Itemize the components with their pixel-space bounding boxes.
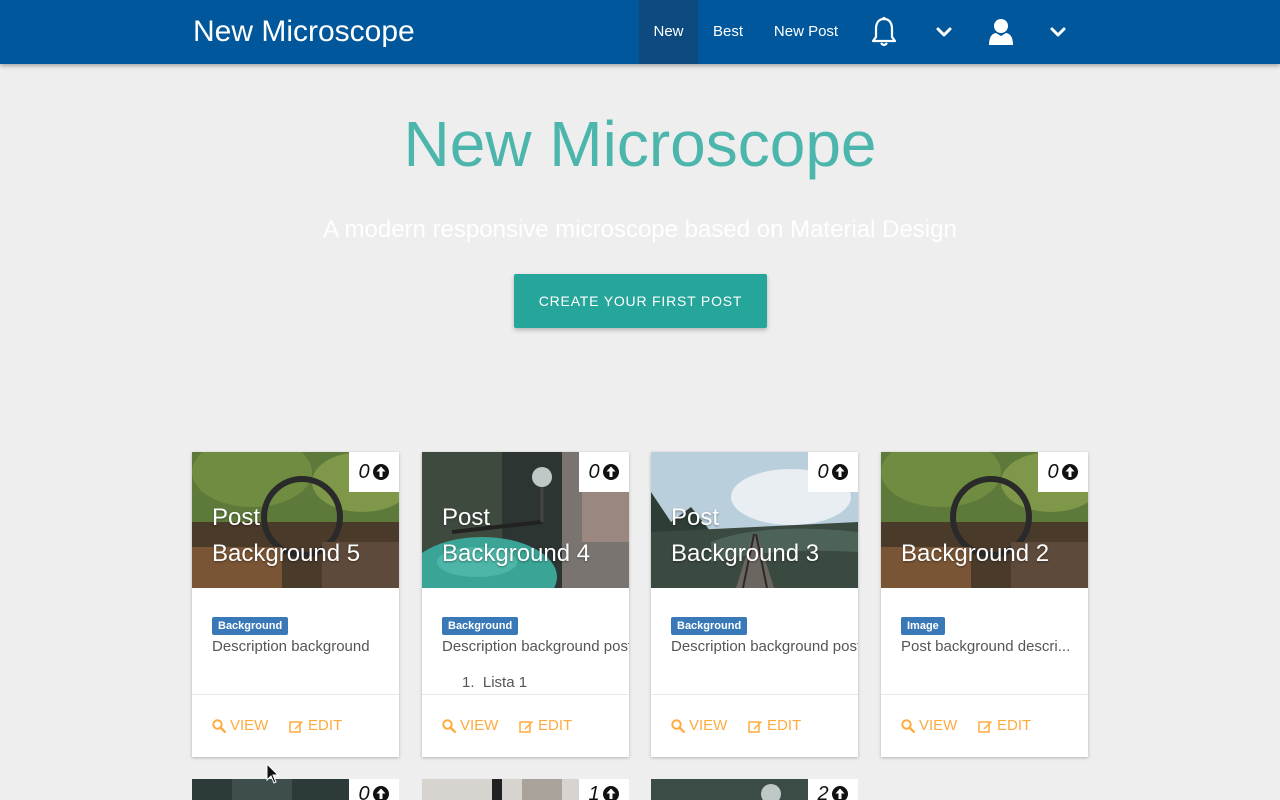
post-title-line2: Background 5 — [212, 540, 361, 567]
view-button[interactable]: VIEW — [901, 717, 957, 734]
upvote-arrow-icon[interactable] — [602, 463, 620, 481]
list-number: 1. — [462, 674, 483, 691]
post-title[interactable]: Post Background 5 — [212, 500, 392, 572]
post-card: Post Background 5 0 Background Descripti… — [192, 452, 399, 757]
post-description: Description background post — [442, 638, 629, 655]
edit-label: EDIT — [997, 717, 1032, 734]
post-title[interactable]: Post Background 3 — [671, 500, 851, 572]
card-actions: VIEW EDIT — [192, 694, 399, 757]
post-title-line2: Background 2 — [901, 540, 1050, 567]
description-list-item: 1. Lista 1 — [462, 674, 527, 691]
post-title-line1: Post — [212, 504, 261, 531]
post-title-line1: Post — [671, 504, 720, 531]
category-badge[interactable]: Background — [442, 617, 519, 635]
post-background-image[interactable]: Background 2 0 — [881, 452, 1088, 588]
upvote-control[interactable]: 0 — [349, 452, 399, 492]
post-background-image[interactable]: Post Background 4 0 — [422, 452, 629, 588]
vote-count: 0 — [588, 460, 600, 483]
post-title-line1 — [901, 500, 1081, 536]
vote-count: 0 — [358, 460, 370, 483]
card-actions: VIEW EDIT — [881, 694, 1088, 757]
upvote-control[interactable]: 0 — [579, 452, 629, 492]
upvote-control[interactable]: 0 — [1038, 452, 1088, 492]
post-card: Post Background 3 0 Background Descripti… — [651, 452, 858, 757]
hero-title: New Microscope — [403, 108, 877, 180]
vote-count: 0 — [817, 460, 829, 483]
post-background-image[interactable]: Post Background 5 0 — [192, 452, 399, 588]
search-icon — [671, 718, 685, 733]
upvote-control[interactable]: 0 — [349, 779, 399, 800]
edit-button[interactable]: EDIT — [748, 717, 801, 734]
nav-item-new[interactable]: New — [639, 0, 698, 64]
edit-button[interactable]: EDIT — [519, 717, 572, 734]
vote-count: 0 — [358, 782, 370, 800]
category-badge[interactable]: Image — [901, 617, 945, 635]
upvote-control[interactable]: 2 — [808, 779, 858, 800]
card-actions: VIEW EDIT — [422, 694, 629, 757]
upvote-arrow-icon[interactable] — [831, 785, 849, 800]
user-chevron-down-icon[interactable] — [1038, 0, 1078, 64]
list-item-text: Lista 1 — [482, 674, 528, 691]
view-button[interactable]: VIEW — [212, 717, 268, 734]
user-icon[interactable] — [980, 0, 1022, 64]
post-card: 2 — [651, 779, 858, 800]
upvote-arrow-icon[interactable] — [1061, 463, 1079, 481]
bell-icon[interactable] — [860, 0, 908, 64]
nav-item-new-post[interactable]: New Post — [758, 0, 854, 64]
post-card: Post Background 4 0 Background Descripti… — [422, 452, 629, 757]
notifications-chevron-down-icon[interactable] — [924, 0, 964, 64]
edit-label: EDIT — [538, 717, 573, 734]
post-card: 0 — [192, 779, 399, 800]
post-title-line2: Background 4 — [442, 540, 591, 567]
view-label: VIEW — [230, 717, 269, 734]
brand-title[interactable]: New Microscope — [193, 14, 415, 50]
nav-item-new-label: New — [653, 23, 684, 40]
category-badge[interactable]: Background — [671, 617, 748, 635]
edit-icon — [289, 720, 303, 733]
upvote-arrow-icon[interactable] — [831, 463, 849, 481]
post-background-image[interactable]: Post Background 3 0 — [651, 452, 858, 588]
search-icon — [212, 718, 226, 733]
upvote-arrow-icon[interactable] — [602, 785, 620, 800]
upvote-control[interactable]: 1 — [579, 779, 629, 800]
nav-item-best[interactable]: Best — [698, 0, 758, 64]
card-actions: VIEW EDIT — [651, 694, 858, 757]
post-description: Description background post — [671, 638, 858, 655]
mouse-cursor-icon — [266, 763, 280, 784]
view-button[interactable]: VIEW — [671, 717, 727, 734]
category-badge[interactable]: Background — [212, 617, 289, 635]
hero-subtitle: A modern responsive microscope based on … — [323, 216, 957, 243]
vote-count: 0 — [1047, 460, 1059, 483]
upvote-arrow-icon[interactable] — [372, 463, 390, 481]
edit-icon — [519, 720, 533, 733]
edit-icon — [978, 720, 992, 733]
create-first-post-button[interactable]: CREATE YOUR FIRST POST — [514, 274, 767, 328]
view-button[interactable]: VIEW — [442, 717, 498, 734]
post-title[interactable]: Post Background 4 — [442, 500, 622, 572]
view-label: VIEW — [689, 717, 728, 734]
post-card: Background 2 0 Image Post background des… — [881, 452, 1088, 757]
view-label: VIEW — [460, 717, 499, 734]
vote-count: 2 — [817, 782, 829, 800]
edit-label: EDIT — [308, 717, 343, 734]
post-card: 1 — [422, 779, 629, 800]
edit-button[interactable]: EDIT — [978, 717, 1031, 734]
vote-count: 1 — [588, 782, 600, 800]
post-title[interactable]: Background 2 — [901, 500, 1081, 572]
post-description: Post background descri... — [901, 638, 1071, 655]
edit-label: EDIT — [767, 717, 802, 734]
post-title-line1: Post — [442, 504, 491, 531]
edit-button[interactable]: EDIT — [289, 717, 342, 734]
view-label: VIEW — [919, 717, 958, 734]
nav-item-best-label: Best — [712, 23, 743, 40]
upvote-arrow-icon[interactable] — [372, 785, 390, 800]
search-icon — [442, 718, 456, 733]
post-title-line2: Background 3 — [671, 540, 820, 567]
upvote-control[interactable]: 0 — [808, 452, 858, 492]
edit-icon — [748, 720, 762, 733]
navbar: New Microscope New Best New Post — [0, 0, 1280, 64]
post-description: Description background — [212, 638, 370, 655]
search-icon — [901, 718, 915, 733]
nav-item-new-post-label: New Post — [773, 23, 839, 40]
